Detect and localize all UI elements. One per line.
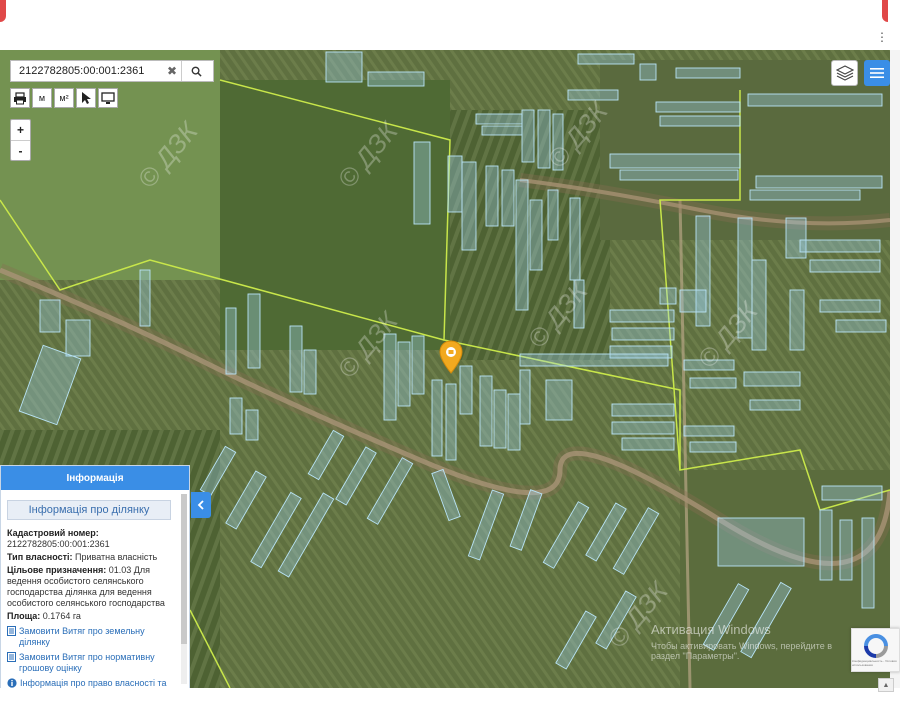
layers-button[interactable] bbox=[831, 60, 858, 86]
recaptcha-icon bbox=[863, 634, 888, 658]
print-icon bbox=[14, 91, 26, 104]
area-value: 0.1764 га bbox=[42, 611, 81, 621]
ownership-label: Тип власності: bbox=[7, 552, 73, 562]
measure-area-icon: м² bbox=[59, 93, 69, 103]
activation-line-1: Чтобы активировать Windows, перейдите в bbox=[651, 641, 832, 651]
info-panel: Інформація Інформація про ділянку Кадаст… bbox=[0, 465, 190, 689]
area-label: Площа: bbox=[7, 611, 41, 621]
top-left-accent bbox=[0, 0, 6, 22]
search-button[interactable] bbox=[181, 61, 211, 81]
cadastral-value: 2122782805:00:001:2361 bbox=[7, 539, 110, 549]
zoom-control: + - bbox=[10, 119, 31, 161]
hamburger-icon bbox=[870, 68, 884, 78]
map-toolbar: м м² bbox=[10, 88, 118, 108]
search-icon bbox=[191, 66, 202, 77]
bottom-bar bbox=[0, 688, 900, 720]
windows-activation-notice: Активация Windows Чтобы активировать Win… bbox=[651, 622, 832, 661]
measure-area-button[interactable]: м² bbox=[54, 88, 74, 108]
info-panel-header: Інформація bbox=[1, 466, 189, 490]
recaptcha-privacy-text: Конфиденциальность - Условия использован… bbox=[852, 659, 897, 667]
menu-button[interactable] bbox=[864, 60, 890, 86]
info-panel-body: Інформація про ділянку Кадастровий номер… bbox=[7, 500, 171, 688]
activation-title: Активация Windows bbox=[651, 622, 771, 637]
cadastral-search-input[interactable] bbox=[11, 61, 163, 81]
document-icon bbox=[7, 626, 16, 636]
parcel-info-title: Інформація про ділянку bbox=[7, 500, 171, 520]
info-panel-scrollbar[interactable] bbox=[181, 494, 187, 684]
clear-search-icon[interactable]: ✖ bbox=[163, 64, 181, 78]
screen-button[interactable] bbox=[98, 88, 118, 108]
order-extract-link[interactable]: Замовити Витяг про земельну ділянку bbox=[7, 626, 171, 648]
monitor-icon bbox=[101, 91, 115, 104]
browser-top-bar: ⋮ bbox=[0, 0, 900, 50]
cadastral-label: Кадастровий номер: bbox=[7, 528, 99, 538]
recaptcha-badge[interactable]: Конфиденциальность - Условия использован… bbox=[851, 628, 900, 672]
purpose-label: Цільове призначення: bbox=[7, 565, 107, 575]
measure-length-icon: м bbox=[38, 93, 46, 103]
cadastral-search: ✖ bbox=[10, 60, 214, 82]
order-extract-label: Замовити Витяг про земельну ділянку bbox=[19, 626, 145, 647]
info-icon bbox=[7, 678, 17, 688]
chevron-left-icon bbox=[197, 500, 204, 510]
top-right-accent bbox=[882, 0, 888, 22]
select-button[interactable] bbox=[76, 88, 96, 108]
zoom-in-button[interactable]: + bbox=[11, 120, 30, 140]
measure-length-button[interactable]: м bbox=[32, 88, 52, 108]
scroll-up-button[interactable]: ▲ bbox=[878, 678, 894, 692]
order-valuation-label: Замовити Витяг про нормативну грошову оц… bbox=[19, 652, 155, 673]
ownership-value: Приватна власність bbox=[75, 552, 158, 562]
kebab-menu-icon[interactable]: ⋮ bbox=[876, 30, 888, 44]
document-icon bbox=[7, 652, 16, 662]
zoom-out-button[interactable]: - bbox=[11, 140, 30, 160]
location-pin-icon[interactable] bbox=[439, 340, 463, 374]
cursor-icon bbox=[82, 92, 91, 104]
activation-line-2: раздел "Параметры". bbox=[651, 651, 740, 661]
print-button[interactable] bbox=[10, 88, 30, 108]
page-scrollbar[interactable] bbox=[890, 50, 900, 688]
layers-icon bbox=[835, 65, 854, 81]
order-valuation-link[interactable]: Замовити Витяг про нормативну грошову оц… bbox=[7, 652, 171, 674]
collapse-panel-button[interactable] bbox=[191, 492, 211, 518]
